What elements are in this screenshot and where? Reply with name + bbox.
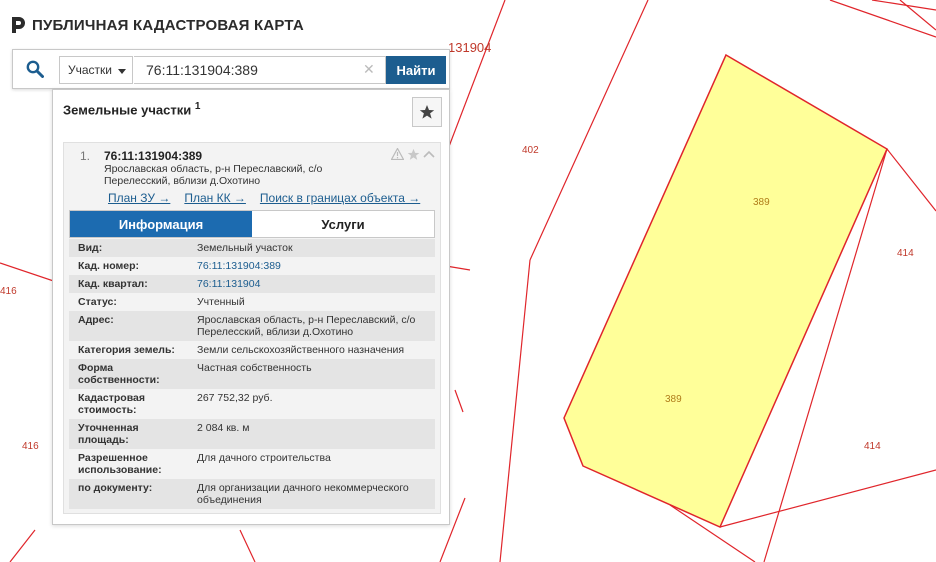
row-key: Кадастровая стоимость: — [69, 389, 189, 419]
app-title: ПУБЛИЧНАЯ КАДАСТРОВАЯ КАРТА — [32, 16, 304, 34]
search-input[interactable] — [134, 56, 386, 84]
card-actions — [390, 147, 436, 161]
logo-icon — [10, 16, 26, 34]
tab-services[interactable]: Услуги — [252, 211, 434, 237]
table-row: Кад. номер: 76:11:131904:389 — [69, 257, 435, 275]
row-value: Земельный участок — [189, 239, 435, 257]
parcel-label: 416 — [0, 286, 17, 297]
table-row: Уточненная площадь: 2 084 кв. м — [69, 419, 435, 449]
panel-title-text: Земельные участки — [63, 102, 192, 118]
parcel-label: 402 — [522, 145, 539, 156]
boundary-line — [871, 0, 936, 11]
search-type-label: Участки — [68, 63, 112, 77]
table-row: Адрес: Ярославская область, р-н Переслав… — [69, 311, 435, 341]
result-links: План ЗУ → План КК → Поиск в границах объ… — [108, 191, 420, 205]
row-key: Кад. номер: — [69, 257, 189, 275]
result-card: 1. 76:11:131904:389 Ярославская область,… — [63, 142, 441, 514]
row-key: Категория земель: — [69, 341, 189, 359]
table-row: Кадастровая стоимость: 267 752,32 руб. — [69, 389, 435, 419]
row-value: Для дачного строительства — [189, 449, 435, 479]
table-row: по документу: Для организации дачного не… — [69, 479, 435, 509]
search-in-bounds-link[interactable]: Поиск в границах объекта → — [260, 191, 420, 205]
result-cadastral-number[interactable]: 76:11:131904:389 — [104, 149, 202, 163]
quarter-label: 131904 — [448, 40, 492, 55]
chevron-down-icon — [118, 69, 126, 74]
results-count: 1 — [194, 101, 201, 112]
results-panel: Земельные участки 1 1. 76:11:131904:389 … — [52, 89, 450, 525]
star-icon[interactable] — [406, 147, 420, 161]
row-value: Частная собственность — [189, 359, 435, 389]
row-value: Для организации дачного некоммерческого … — [189, 479, 435, 509]
row-value[interactable]: 76:11:131904:389 — [189, 257, 435, 275]
table-row: Вид: Земельный участок — [69, 239, 435, 257]
table-row: Форма собственности: Частная собственнос… — [69, 359, 435, 389]
panel-title: Земельные участки 1 — [63, 101, 200, 117]
row-key: Кад. квартал: — [69, 275, 189, 293]
row-value: Учтенный — [189, 293, 435, 311]
favorites-button[interactable] — [412, 97, 442, 127]
boundary-line — [239, 529, 256, 562]
result-address: Ярославская область, р-н Переславский, с… — [104, 163, 323, 187]
table-row: Категория земель: Земли сельскохозяйстве… — [69, 341, 435, 359]
boundary-line — [529, 0, 649, 261]
row-value: Земли сельскохозяйственного назначения — [189, 341, 435, 359]
selected-parcel-389 — [563, 53, 888, 528]
boundary-line — [9, 529, 36, 562]
boundary-line — [829, 0, 936, 38]
search-icon — [26, 60, 44, 78]
row-key: Адрес: — [69, 311, 189, 341]
row-key: Уточненная площадь: — [69, 419, 189, 449]
result-tabs: Информация Услуги — [69, 210, 435, 238]
info-table: Вид: Земельный участок Кад. номер: 76:11… — [69, 239, 435, 509]
row-key: по документу: — [69, 479, 189, 509]
chevron-up-icon[interactable] — [422, 147, 436, 161]
row-value: 2 084 кв. м — [189, 419, 435, 449]
row-key: Статус: — [69, 293, 189, 311]
star-icon — [419, 105, 435, 119]
parcel-label: 389 — [753, 197, 770, 208]
tab-information[interactable]: Информация — [70, 211, 252, 237]
parcel-label: 414 — [864, 441, 881, 452]
table-row: Статус: Учтенный — [69, 293, 435, 311]
search-bar: Участки ✕ Найти — [12, 49, 450, 89]
warning-icon[interactable] — [390, 147, 404, 161]
row-key: Разрешенное использование: — [69, 449, 189, 479]
close-icon[interactable]: ✕ — [363, 61, 375, 77]
result-number: 1. — [80, 149, 91, 163]
find-button[interactable]: Найти — [386, 56, 446, 84]
boundary-line — [719, 469, 936, 528]
row-value[interactable]: 76:11:131904 — [189, 275, 435, 293]
row-key: Вид: — [69, 239, 189, 257]
boundary-line — [454, 389, 464, 413]
parcel-label: 414 — [897, 248, 914, 259]
row-value: Ярославская область, р-н Переславский, с… — [189, 311, 435, 341]
row-key: Форма собственности: — [69, 359, 189, 389]
table-row: Кад. квартал: 76:11:131904 — [69, 275, 435, 293]
row-value: 267 752,32 руб. — [189, 389, 435, 419]
plan-zu-link[interactable]: План ЗУ → — [108, 191, 170, 205]
app-header: ПУБЛИЧНАЯ КАДАСТРОВАЯ КАРТА — [10, 12, 304, 38]
boundary-line — [886, 148, 936, 212]
parcel-label: 416 — [22, 441, 39, 452]
parcel-label: 389 — [665, 394, 682, 405]
search-button[interactable] — [13, 50, 57, 88]
boundary-line — [899, 0, 936, 31]
search-type-select[interactable]: Участки — [59, 56, 133, 84]
boundary-line — [499, 259, 531, 562]
table-row: Разрешенное использование: Для дачного с… — [69, 449, 435, 479]
plan-kk-link[interactable]: План КК → — [184, 191, 246, 205]
